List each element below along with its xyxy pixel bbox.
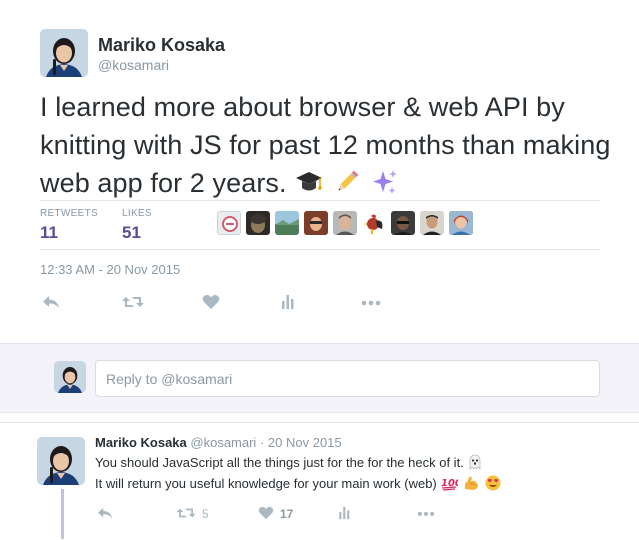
current-user-avatar[interactable] — [54, 361, 86, 393]
more-icon — [360, 294, 382, 313]
likes-count: 51 — [122, 223, 141, 242]
retweets-stat[interactable]: RETWEETS 11 — [40, 208, 98, 243]
like-button[interactable] — [202, 292, 220, 314]
retweets-label: RETWEETS — [40, 208, 98, 219]
liker-avatar[interactable] — [391, 211, 415, 235]
liker-avatar[interactable] — [275, 211, 299, 235]
reply-line-1-text: You should JavaScript all the things jus… — [95, 455, 464, 470]
liker-avatar[interactable] — [304, 211, 328, 235]
liker-avatar[interactable] — [333, 211, 357, 235]
liker-avatar[interactable] — [449, 211, 473, 235]
retweets-count: 11 — [40, 223, 58, 242]
tweet-text: I learned more about browser & web API b… — [40, 88, 620, 206]
liker-avatar[interactable] — [420, 211, 444, 235]
reply-button[interactable] — [42, 292, 60, 314]
author-avatar[interactable] — [40, 29, 88, 77]
like-icon — [258, 506, 274, 523]
ghost-icon — [467, 454, 483, 475]
more-button[interactable] — [360, 292, 382, 314]
reply-separator: · — [259, 435, 265, 450]
reply-line-2-text: It will return you useful knowledge for … — [95, 476, 437, 491]
retweet-button[interactable] — [122, 292, 144, 314]
heart-eyes-icon — [484, 475, 502, 496]
engagement-stats: RETWEETS 11 LIKES 51 — [40, 200, 600, 250]
reply-like-button[interactable]: 17 — [258, 503, 293, 525]
tweet: Mariko Kosaka @kosamari I learned more a… — [0, 0, 639, 343]
reply-composer: Reply to @kosamari — [0, 343, 639, 413]
retweet-icon — [122, 294, 144, 313]
reply-author-handle[interactable]: @kosamari — [190, 435, 256, 450]
tweet-timestamp[interactable]: 12:33 AM - 20 Nov 2015 — [40, 262, 180, 277]
likes-label: LIKES — [122, 208, 152, 219]
tweet-body: I learned more about browser & web API b… — [40, 92, 611, 198]
analytics-icon — [281, 294, 295, 313]
analytics-button[interactable] — [281, 292, 295, 314]
reply-like-count: 17 — [280, 507, 294, 521]
reply-actions: 5 17 — [95, 503, 455, 525]
reply-line-2: It will return you useful knowledge for … — [95, 475, 615, 496]
reply-line-1: You should JavaScript all the things jus… — [95, 454, 615, 475]
reply-retweet-count: 5 — [202, 507, 209, 521]
liker-avatar[interactable] — [362, 211, 386, 235]
retweet-icon — [176, 506, 196, 523]
reply-tweet: Mariko Kosaka @kosamari · 20 Nov 2015 Yo… — [0, 422, 639, 540]
reply-icon — [97, 506, 113, 523]
reply-analytics-button[interactable] — [338, 503, 351, 525]
author-name[interactable]: Mariko Kosaka — [98, 35, 225, 56]
thread-line — [61, 489, 64, 539]
author-handle[interactable]: @kosamari — [98, 57, 169, 73]
hundred-points-icon: 100 — [440, 475, 462, 496]
like-icon — [202, 294, 220, 313]
reply-header: Mariko Kosaka @kosamari · 20 Nov 2015 — [95, 435, 342, 450]
reply-author-avatar[interactable] — [37, 437, 85, 485]
analytics-icon — [338, 506, 351, 523]
more-icon — [416, 506, 436, 523]
reply-input[interactable]: Reply to @kosamari — [95, 360, 600, 397]
reply-date[interactable]: 20 Nov 2015 — [268, 435, 342, 450]
likes-stat[interactable]: LIKES 51 — [122, 208, 152, 243]
liker-avatar[interactable] — [246, 211, 270, 235]
reply-reply-button[interactable] — [97, 503, 113, 525]
reply-retweet-button[interactable]: 5 — [176, 503, 209, 525]
tweet-actions — [40, 292, 400, 316]
reply-author-name[interactable]: Mariko Kosaka — [95, 435, 187, 450]
flexed-biceps-icon — [462, 475, 480, 496]
liker-avatar[interactable] — [217, 211, 241, 235]
reply-more-button[interactable] — [416, 503, 436, 525]
reply-text: You should JavaScript all the things jus… — [95, 454, 615, 496]
reply-icon — [42, 294, 60, 313]
